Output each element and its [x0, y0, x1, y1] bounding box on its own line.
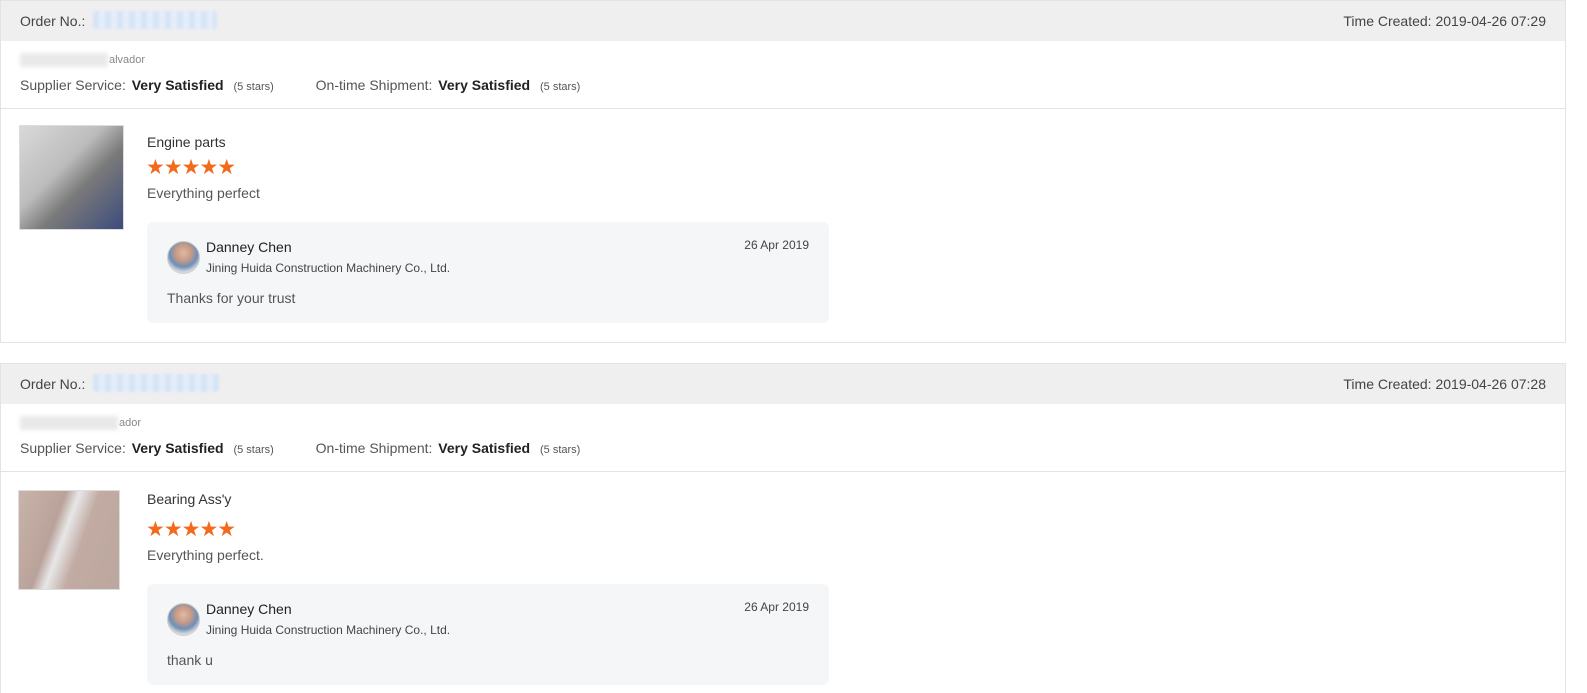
order-header: Order No.: Time Created: 2019-04-26 07:2…: [1, 364, 1565, 404]
supplier-service-value: Very Satisfied: [131, 440, 224, 456]
buyer-name-suffix: ador: [119, 416, 142, 429]
buyer-name-redacted: [20, 53, 108, 67]
shipment-stars: (5 stars): [540, 81, 581, 93]
shipment-rating: On-time Shipment: Very Satisfied (5 star…: [316, 77, 581, 93]
avatar: [167, 603, 200, 636]
supplier-service-rating: Supplier Service: Very Satisfied (5 star…: [20, 440, 274, 456]
supplier-reply: Danney Chen Jining Huida Construction Ma…: [147, 222, 829, 323]
product-name[interactable]: Bearing Ass'y: [147, 491, 231, 507]
shipment-value: Very Satisfied: [438, 440, 531, 456]
buyer-name: ador: [20, 416, 141, 430]
replier-company: Jining Huida Construction Machinery Co.,…: [206, 261, 451, 275]
buyer-name-redacted: [20, 416, 118, 430]
shipment-stars: (5 stars): [540, 444, 581, 456]
order-number: Order No.:: [20, 11, 218, 31]
order-card: Order No.: Time Created: 2019-04-26 07:2…: [0, 0, 1566, 343]
avatar: [167, 241, 200, 274]
ratings-row: Supplier Service: Very Satisfied (5 star…: [20, 77, 618, 93]
shipment-label: On-time Shipment:: [315, 440, 433, 456]
product-thumbnail[interactable]: [19, 125, 124, 230]
reply-text: Thanks for your trust: [167, 290, 296, 306]
buyer-name: alvador: [20, 53, 145, 67]
star-rating: ★★★★★: [146, 518, 236, 541]
order-number-redacted: [93, 11, 218, 30]
supplier-service-stars: (5 stars): [233, 444, 274, 456]
buyer-info: ador Supplier Service: Very Satisfied (5…: [1, 404, 1565, 472]
order-card: Order No.: Time Created: 2019-04-26 07:2…: [0, 363, 1566, 693]
order-number-label: Order No.:: [20, 376, 86, 392]
supplier-service-label: Supplier Service:: [20, 440, 126, 456]
reply-date: 26 Apr 2019: [744, 600, 809, 614]
time-created: Time Created: 2019-04-26 07:28: [1343, 376, 1546, 392]
star-rating: ★★★★★: [146, 156, 236, 179]
supplier-service-value: Very Satisfied: [131, 77, 224, 93]
review-text: Everything perfect.: [147, 547, 264, 563]
replier-name: Danney Chen: [206, 601, 292, 617]
reply-text: thank u: [167, 652, 213, 668]
shipment-label: On-time Shipment:: [315, 77, 433, 93]
supplier-service-rating: Supplier Service: Very Satisfied (5 star…: [20, 77, 274, 93]
time-created: Time Created: 2019-04-26 07:29: [1343, 13, 1546, 29]
order-header: Order No.: Time Created: 2019-04-26 07:2…: [1, 1, 1565, 41]
review-text: Everything perfect: [147, 185, 260, 201]
product-thumbnail[interactable]: [18, 490, 120, 590]
product-name[interactable]: Engine parts: [147, 134, 226, 150]
replier-name: Danney Chen: [206, 239, 292, 255]
supplier-service-stars: (5 stars): [233, 81, 274, 93]
ratings-row: Supplier Service: Very Satisfied (5 star…: [20, 440, 618, 456]
reply-date: 26 Apr 2019: [744, 238, 809, 252]
buyer-name-suffix: alvador: [109, 53, 146, 66]
order-number-label: Order No.:: [20, 13, 86, 29]
replier-company: Jining Huida Construction Machinery Co.,…: [206, 623, 451, 637]
shipment-rating: On-time Shipment: Very Satisfied (5 star…: [316, 440, 581, 456]
order-number: Order No.:: [20, 374, 220, 394]
buyer-info: alvador Supplier Service: Very Satisfied…: [1, 41, 1565, 109]
supplier-reply: Danney Chen Jining Huida Construction Ma…: [147, 584, 829, 685]
supplier-service-label: Supplier Service:: [20, 77, 126, 93]
order-number-redacted: [93, 374, 220, 393]
shipment-value: Very Satisfied: [438, 77, 531, 93]
